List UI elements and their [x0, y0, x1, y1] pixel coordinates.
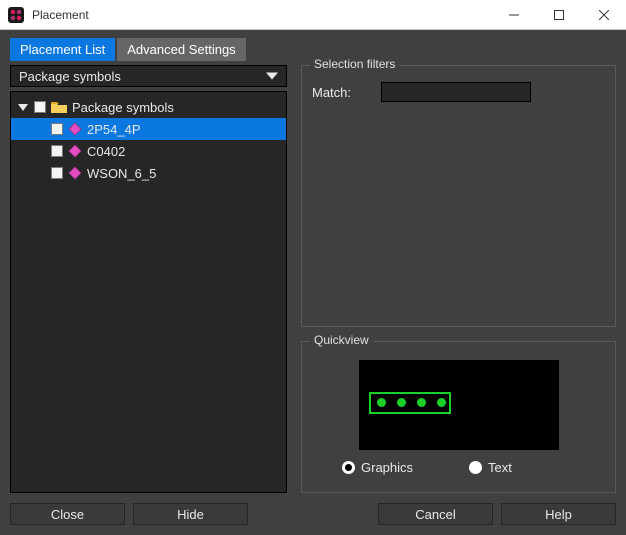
- tree-checkbox[interactable]: [51, 167, 63, 179]
- radio-dot-icon: [469, 461, 482, 474]
- component-icon: [68, 122, 82, 136]
- match-label: Match:: [312, 85, 351, 100]
- radio-dot-icon: [342, 461, 355, 474]
- tab-placement-list[interactable]: Placement List: [10, 38, 115, 61]
- app-icon: [8, 7, 24, 23]
- tab-advanced-settings[interactable]: Advanced Settings: [117, 38, 245, 61]
- tree-item[interactable]: 2P54_4P: [11, 118, 286, 140]
- quickview-preview: [359, 360, 559, 450]
- cancel-button[interactable]: Cancel: [378, 503, 493, 525]
- tree-item[interactable]: C0402: [11, 140, 286, 162]
- pad-graphic: [377, 398, 386, 407]
- pad-graphic: [437, 398, 446, 407]
- folder-icon: [51, 100, 67, 114]
- tree-checkbox[interactable]: [34, 101, 46, 113]
- content-area: Placement List Advanced Settings Package…: [0, 30, 626, 535]
- quickview-radio-text[interactable]: Text: [469, 460, 512, 475]
- tree-item-label: 2P54_4P: [87, 122, 141, 137]
- component-icon: [68, 166, 82, 180]
- minimize-button[interactable]: [491, 0, 536, 29]
- window-buttons: [491, 0, 626, 29]
- dropdown-selected-label: Package symbols: [19, 69, 121, 84]
- tree-root-label: Package symbols: [72, 100, 174, 115]
- symbol-type-dropdown[interactable]: Package symbols: [10, 65, 287, 87]
- tree-item-label: WSON_6_5: [87, 166, 156, 181]
- dialog-footer: Close Hide Cancel Help: [10, 503, 616, 525]
- radio-text-label: Text: [488, 460, 512, 475]
- quickview-group: Quickview Graphics Text: [301, 341, 616, 493]
- selection-filters-legend: Selection filters: [310, 57, 399, 71]
- close-window-button[interactable]: [581, 0, 626, 29]
- component-icon: [68, 144, 82, 158]
- match-input[interactable]: [381, 82, 531, 102]
- help-button[interactable]: Help: [501, 503, 616, 525]
- maximize-button[interactable]: [536, 0, 581, 29]
- selection-filters-group: Selection filters Match:: [301, 65, 616, 327]
- symbol-tree: Package symbols 2P54_4P C0402: [10, 91, 287, 493]
- pad-graphic: [417, 398, 426, 407]
- pad-graphic: [397, 398, 406, 407]
- tree-checkbox[interactable]: [51, 123, 63, 135]
- radio-graphics-label: Graphics: [361, 460, 413, 475]
- titlebar: Placement: [0, 0, 626, 30]
- close-button[interactable]: Close: [10, 503, 125, 525]
- tree-checkbox[interactable]: [51, 145, 63, 157]
- chevron-down-icon: [266, 69, 278, 84]
- window-title: Placement: [32, 8, 491, 22]
- quickview-radio-graphics[interactable]: Graphics: [342, 460, 413, 475]
- tree-item[interactable]: WSON_6_5: [11, 162, 286, 184]
- hide-button[interactable]: Hide: [133, 503, 248, 525]
- tree-root-row[interactable]: Package symbols: [11, 96, 286, 118]
- chevron-down-icon[interactable]: [17, 101, 29, 113]
- quickview-legend: Quickview: [310, 333, 373, 347]
- tree-item-label: C0402: [87, 144, 125, 159]
